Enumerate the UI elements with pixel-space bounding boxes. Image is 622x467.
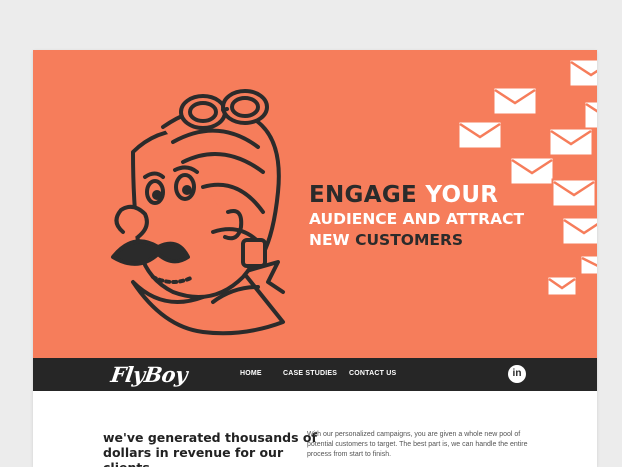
headline-word-engage: ENGAGE xyxy=(309,182,418,208)
nav-item-case-studies[interactable]: CASE STUDIES xyxy=(283,370,337,377)
linkedin-icon[interactable]: in xyxy=(508,365,526,383)
hero-section: ENGAGE YOUR AUDIENCE AND ATTRACT NEW CUS… xyxy=(33,50,597,358)
nav-item-home[interactable]: HOME xyxy=(240,370,262,377)
aviator-mascot-illustration xyxy=(111,89,285,336)
envelope-icon xyxy=(583,100,597,130)
envelope-icon xyxy=(546,275,578,297)
envelope-icon xyxy=(579,254,597,276)
headline-word-new: NEW xyxy=(309,230,350,249)
hero-headline: ENGAGE YOUR AUDIENCE AND ATTRACT NEW CUS… xyxy=(309,184,524,248)
envelope-icon xyxy=(509,156,555,186)
main-navigation: FlyBoy HOME CASE STUDIES CONTACT US in xyxy=(33,358,597,391)
headline-line-2: AUDIENCE AND ATTRACT xyxy=(309,210,525,228)
envelope-icon xyxy=(568,58,597,88)
envelope-icon xyxy=(561,216,597,246)
nav-item-contact-us[interactable]: CONTACT US xyxy=(349,370,396,377)
flyboy-logo[interactable]: FlyBoy xyxy=(109,362,189,387)
headline-word-customers: CUSTOMERS xyxy=(355,230,464,249)
intro-paragraph: With our personalized campaigns, you are… xyxy=(307,431,528,458)
headline-word-your: YOUR xyxy=(425,182,499,208)
stats-heading: we've generated thousands of dollars in … xyxy=(103,430,317,467)
page-frame: ENGAGE YOUR AUDIENCE AND ATTRACT NEW CUS… xyxy=(33,50,597,467)
envelope-icon xyxy=(492,86,538,116)
envelope-icon xyxy=(551,178,597,208)
envelope-icon xyxy=(457,120,503,150)
envelope-icon xyxy=(548,127,594,157)
